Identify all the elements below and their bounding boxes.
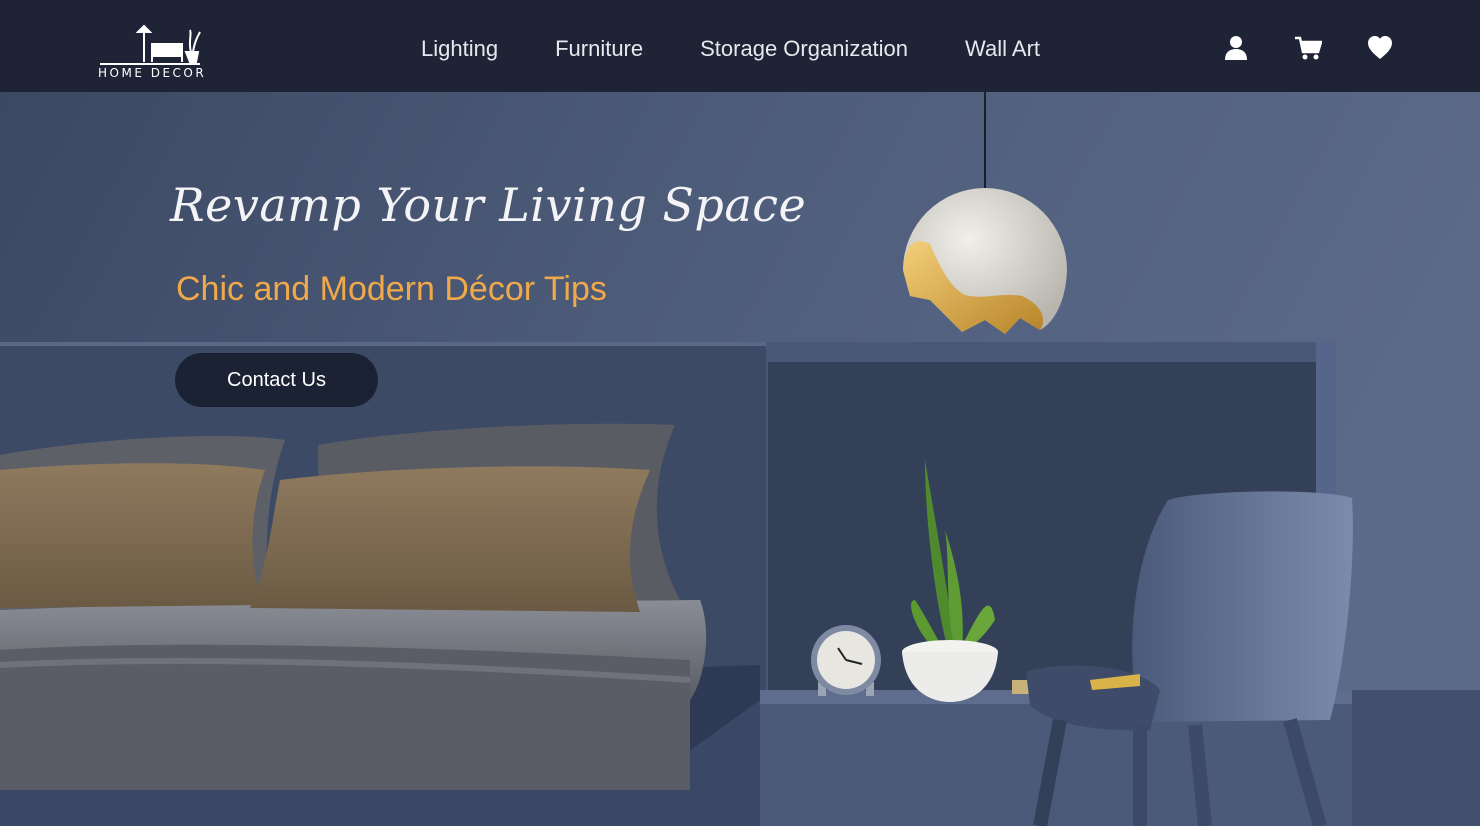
nav-icon-group	[1222, 34, 1394, 62]
contact-us-button[interactable]: Contact Us	[175, 353, 378, 407]
nav-link-storage-organization[interactable]: Storage Organization	[700, 32, 908, 66]
cart-icon[interactable]	[1294, 34, 1322, 62]
hero-background-image	[0, 0, 1480, 826]
hero-subtitle: Chic and Modern Décor Tips	[176, 270, 607, 308]
user-icon[interactable]	[1222, 34, 1250, 62]
nav-link-lighting[interactable]: Lighting	[421, 32, 498, 66]
main-nav: Lighting Furniture Storage Organization …	[421, 32, 1040, 66]
sofa-lamp-logo-icon	[100, 24, 201, 65]
top-navbar: HOME DECOR Lighting Furniture Storage Or…	[0, 0, 1480, 92]
brand-name: HOME DECOR	[98, 66, 207, 80]
nav-link-wall-art[interactable]: Wall Art	[965, 32, 1040, 66]
hero-title: Revamp Your Living Space	[170, 178, 807, 232]
nav-link-furniture[interactable]: Furniture	[555, 32, 643, 66]
heart-icon[interactable]	[1366, 34, 1394, 62]
brand-logo[interactable]: HOME DECOR	[98, 24, 207, 82]
